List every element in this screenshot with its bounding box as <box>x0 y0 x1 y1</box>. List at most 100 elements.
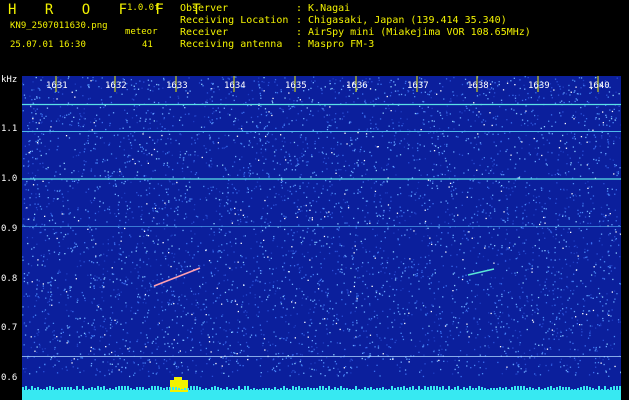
baseline-spike <box>529 387 531 390</box>
baseline-spike <box>604 386 606 390</box>
baseline-spike <box>379 388 381 390</box>
antenna-value: : Maspro FM-3 <box>296 39 375 50</box>
baseline-spike <box>301 388 303 390</box>
baseline-spike <box>49 386 51 390</box>
date-time: 25.07.01 16:30 <box>10 40 86 50</box>
baseline-spike <box>40 389 42 390</box>
baseline-spike <box>85 389 87 390</box>
baseline-spike <box>184 388 186 390</box>
baseline-spike <box>445 389 447 390</box>
baseline-spike <box>196 386 198 390</box>
baseline-spike <box>223 389 225 390</box>
baseline-spike <box>493 388 495 390</box>
baseline-spike <box>124 386 126 390</box>
baseline-spike <box>373 389 375 390</box>
baseline-spike <box>58 388 60 390</box>
baseline-spike <box>607 389 609 390</box>
baseline-spike <box>244 386 246 390</box>
x-tick-label: 1631 <box>46 81 68 91</box>
baseline-spike <box>289 389 291 390</box>
baseline-spike <box>403 386 405 390</box>
baseline-spike <box>397 387 399 390</box>
y-tick-label: 0.9 <box>1 224 18 234</box>
baseline-spike <box>316 388 318 390</box>
baseline-spike <box>475 388 477 390</box>
location-label: Receiving Location <box>180 15 289 26</box>
baseline-spike <box>430 386 432 390</box>
baseline-spike <box>25 386 27 390</box>
baseline-spike <box>466 388 468 390</box>
baseline-spike <box>67 387 69 390</box>
baseline-spike <box>502 388 504 390</box>
baseline-spike <box>271 389 273 390</box>
file-name: KN9_2507011630.png <box>10 21 108 31</box>
baseline-spike <box>94 388 96 390</box>
baseline-spike <box>76 386 78 390</box>
baseline-spike <box>178 388 180 390</box>
baseline-spike <box>43 389 45 390</box>
baseline-spike <box>541 389 543 390</box>
baseline-spike <box>391 386 393 390</box>
baseline-spike <box>322 386 324 390</box>
baseline-spike <box>487 389 489 390</box>
baseline-spike <box>73 389 75 390</box>
baseline-spike <box>31 386 33 390</box>
baseline-spike <box>409 387 411 390</box>
baseline-spike <box>238 386 240 390</box>
baseline-spike <box>418 386 420 390</box>
baseline-spike <box>469 386 471 390</box>
baseline-spike <box>544 388 546 390</box>
baseline-spike <box>175 387 177 390</box>
baseline-spike <box>583 386 585 390</box>
baseline-spike <box>37 387 39 390</box>
baseline-spike <box>46 387 48 390</box>
baseline-spike <box>610 387 612 390</box>
baseline-spike <box>433 386 435 390</box>
baseline-spike <box>64 387 66 390</box>
baseline-spike <box>562 387 564 390</box>
baseline-spike <box>460 389 462 390</box>
baseline-spike <box>394 388 396 390</box>
baseline-spike <box>151 386 153 390</box>
baseline-spike <box>385 389 387 390</box>
baseline-spike <box>406 388 408 390</box>
meteor-echo <box>153 267 201 287</box>
baseline-spike <box>310 388 312 390</box>
baseline-spike <box>370 387 372 390</box>
baseline-spike <box>55 389 57 390</box>
baseline-spike <box>133 389 135 390</box>
baseline-spike <box>334 387 336 390</box>
receiver-label: Receiver <box>180 27 229 38</box>
baseline-spike <box>172 387 174 390</box>
y-tick-label: 0.8 <box>1 274 18 284</box>
baseline-spike <box>217 387 219 390</box>
baseline-spike <box>148 388 150 390</box>
baseline-spike <box>448 386 450 390</box>
meteor-label: meteor <box>125 27 158 37</box>
baseline-spike <box>52 387 54 390</box>
baseline-spike <box>61 387 63 390</box>
baseline-spike <box>214 386 216 390</box>
x-tick-label: 1632 <box>105 81 127 91</box>
baseline-spike <box>319 386 321 390</box>
x-tick-label: 1640 <box>588 81 610 91</box>
y-axis-unit: kHz <box>1 75 18 85</box>
baseline-spike <box>241 389 243 390</box>
baseline-spike <box>499 387 501 390</box>
baseline-spike <box>568 387 570 390</box>
baseline-spike <box>616 386 618 390</box>
baseline-spike <box>82 386 84 390</box>
baseline-spike <box>526 388 528 390</box>
baseline-spike <box>208 389 210 390</box>
baseline-spike <box>535 389 537 390</box>
baseline-spike <box>574 389 576 390</box>
baseline-spike <box>481 387 483 390</box>
app-version: 1.0.0f <box>127 3 160 13</box>
baseline-spike <box>358 389 360 390</box>
baseline-spike <box>235 389 237 390</box>
observer-value: : K.Nagai <box>296 3 351 14</box>
baseline-spike <box>88 388 90 390</box>
baseline-spike <box>589 387 591 390</box>
baseline-spike <box>382 387 384 390</box>
baseline-spike <box>220 388 222 390</box>
